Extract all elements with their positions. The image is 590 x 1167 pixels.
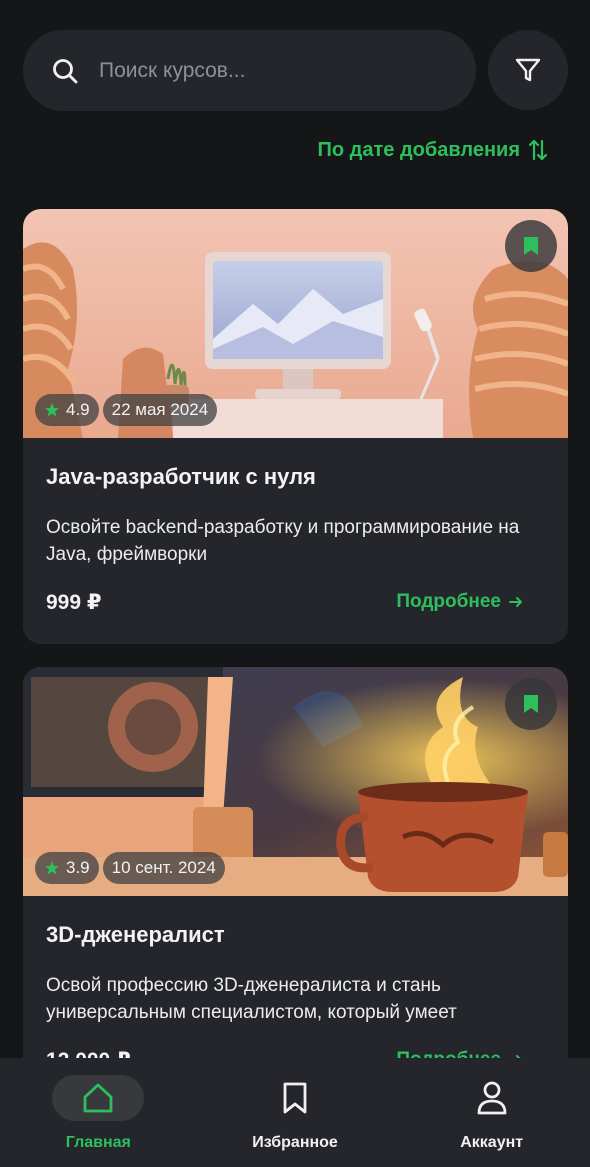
nav-item-account[interactable]: Аккаунт xyxy=(393,1058,590,1167)
sort-button[interactable]: По дате добавления xyxy=(318,138,548,162)
rating-badge: 4.9 xyxy=(35,394,99,426)
nav-label-home: Главная xyxy=(65,1134,131,1151)
nav-active-indicator xyxy=(52,1075,145,1121)
date-value: 10 сент. 2024 xyxy=(111,858,216,877)
details-label: Подробнее xyxy=(396,591,501,612)
rating-value: 4.9 xyxy=(66,400,90,419)
details-link[interactable]: Подробнее xyxy=(396,591,523,613)
search-box[interactable] xyxy=(23,30,476,111)
star-icon xyxy=(45,861,59,875)
search-row xyxy=(23,30,568,111)
course-description: Освойте backend-разработку и программиро… xyxy=(46,517,520,565)
nav-icon-container xyxy=(446,1075,538,1121)
nav-label-account: Аккаунт xyxy=(460,1134,524,1151)
date-value: 22 мая 2024 xyxy=(111,400,209,419)
nav-label-favorites: Избранное xyxy=(252,1134,338,1151)
account-icon xyxy=(477,1081,507,1115)
search-icon xyxy=(53,58,78,83)
nav-item-favorites[interactable]: Избранное xyxy=(197,1058,394,1167)
sort-label: По дате добавления xyxy=(317,138,520,161)
bookmark-filled-icon xyxy=(524,695,538,713)
filter-icon xyxy=(515,58,541,82)
nav-item-home[interactable]: Главная xyxy=(0,1058,197,1167)
bookmark-button[interactable] xyxy=(505,220,557,272)
sort-arrows-icon xyxy=(528,139,548,161)
course-price: 999 ₽ xyxy=(46,591,102,614)
rating-badge: 3.9 xyxy=(35,852,99,884)
card-badges: 3.9 10 сент. 2024 xyxy=(35,852,225,884)
card-badges: 4.9 22 мая 2024 xyxy=(35,394,218,426)
course-title: 3D-дженералист xyxy=(46,922,225,947)
bookmark-filled-icon xyxy=(524,237,538,255)
star-icon xyxy=(45,403,59,417)
bookmark-button[interactable] xyxy=(505,678,557,730)
rating-value: 3.9 xyxy=(66,858,90,877)
course-title: Java-разработчик с нуля xyxy=(46,464,316,489)
home-icon xyxy=(83,1083,113,1113)
nav-icon-container xyxy=(249,1075,341,1121)
date-badge: 10 сент. 2024 xyxy=(102,852,225,884)
date-badge: 22 мая 2024 xyxy=(102,394,218,426)
course-card[interactable]: 4.9 22 мая 2024 Java-разработчик с нуля … xyxy=(23,209,568,644)
search-input[interactable] xyxy=(97,49,476,92)
filter-button[interactable] xyxy=(488,30,568,110)
bookmark-icon xyxy=(283,1082,307,1114)
course-description: Освой профессию 3D-дженералиста и стань … xyxy=(46,975,457,1023)
arrow-right-icon xyxy=(509,597,522,607)
course-card[interactable]: 3.9 10 сент. 2024 3D-дженералист Освой п… xyxy=(23,667,568,1102)
bottom-nav: Главная Избранное Аккаунт xyxy=(0,1058,590,1167)
